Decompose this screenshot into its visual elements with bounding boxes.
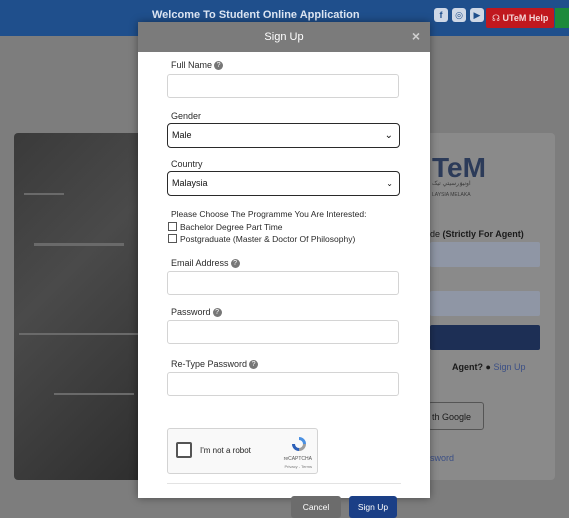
programme-option-bachelor[interactable]: Bachelor Degree Part Time [168, 222, 283, 232]
help-icon[interactable]: ? [212, 308, 222, 318]
checkbox[interactable] [168, 234, 177, 243]
country-label: Country [171, 159, 203, 169]
retype-password-field[interactable] [167, 372, 399, 396]
programme-label: Please Choose The Programme You Are Inte… [171, 209, 367, 219]
close-icon[interactable]: × [412, 28, 420, 44]
recaptcha-terms[interactable]: Privacy - Terms [285, 464, 312, 469]
welcome-text: Welcome To Student Online Application [152, 9, 360, 21]
modal-title: Sign Up [264, 31, 304, 43]
country-select[interactable]: Malaysia ⌄ [167, 171, 400, 196]
hero-image [14, 133, 150, 480]
modal-header: Sign Up × [138, 22, 430, 52]
facebook-icon[interactable]: f [434, 8, 448, 22]
help-icon[interactable]: ? [230, 259, 240, 269]
recaptcha-widget: I'm not a robot reCAPTCHA Privacy - Term… [167, 428, 318, 474]
gender-select[interactable]: Male ⌄ [167, 123, 400, 148]
login-input[interactable] [430, 291, 540, 316]
login-button[interactable] [430, 325, 540, 350]
agent-signup-link[interactable]: Sign Up [493, 362, 525, 372]
signup-modal: Sign Up × Full Name? Gender Male ⌄ Count… [138, 22, 430, 518]
agent-code-label: de (Strictly For Agent) [430, 229, 524, 239]
recaptcha-brand: reCAPTCHA [283, 456, 312, 462]
chevron-down-icon: ⌄ [384, 130, 393, 141]
password-field[interactable] [167, 320, 399, 344]
password-label: Password? [171, 307, 222, 318]
logo-subtitle-latin: LAYSIA MELAKA [432, 192, 471, 198]
retype-password-label: Re-Type Password? [171, 359, 259, 370]
checkbox[interactable] [168, 222, 177, 231]
forgot-password-link[interactable]: sword [430, 453, 454, 463]
cancel-button[interactable]: Cancel [291, 496, 341, 518]
help-icon[interactable]: ? [214, 61, 224, 71]
programme-option-postgraduate[interactable]: Postgraduate (Master & Doctor Of Philoso… [168, 234, 355, 244]
headset-icon: ☊ [492, 13, 500, 23]
email-label: Email Address? [171, 258, 240, 269]
modal-divider [167, 483, 401, 484]
full-name-input[interactable] [167, 74, 399, 98]
youtube-icon[interactable]: ▶ [470, 8, 484, 22]
instagram-icon[interactable]: ◎ [452, 8, 466, 22]
recaptcha-checkbox[interactable] [176, 442, 192, 458]
google-login-button[interactable]: th Google [428, 402, 484, 430]
help-button[interactable]: ☊ UTeM Help [486, 8, 555, 28]
recaptcha-label: I'm not a robot [200, 446, 251, 455]
agent-code-input[interactable] [430, 242, 540, 267]
gender-label: Gender [171, 111, 202, 121]
logo-subtitle: اونيۏرسيتي تيک [432, 181, 471, 187]
help-icon[interactable]: ? [249, 360, 259, 370]
full-name-label: Full Name? [171, 60, 224, 71]
email-field[interactable] [167, 271, 399, 295]
info-icon: ● [485, 362, 491, 372]
green-button[interactable] [555, 8, 569, 28]
chevron-down-icon: ⌄ [386, 179, 393, 188]
recaptcha-icon [292, 437, 306, 451]
sign-up-button[interactable]: Sign Up [349, 496, 397, 518]
agent-signup-line: Agent? ● Sign Up [452, 362, 526, 372]
